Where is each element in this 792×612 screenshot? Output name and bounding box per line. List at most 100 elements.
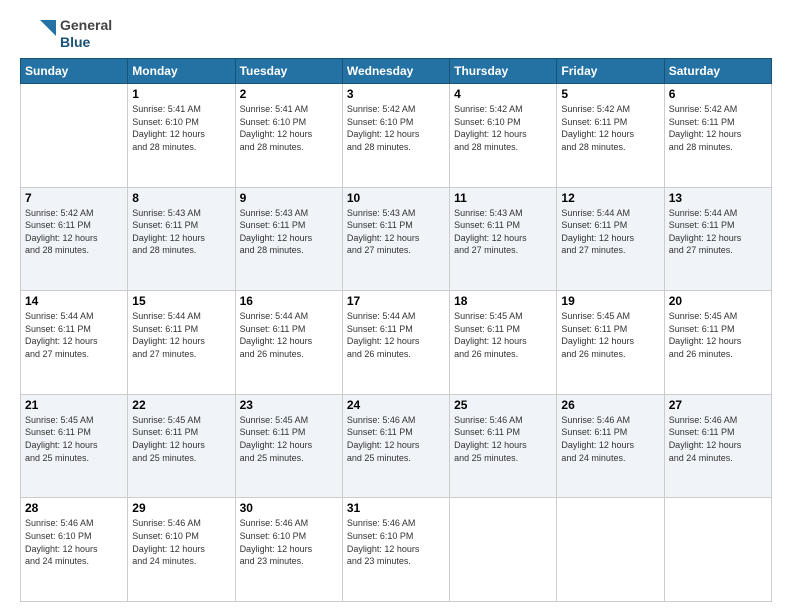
day-info: Sunrise: 5:43 AM Sunset: 6:11 PM Dayligh…	[132, 207, 230, 257]
calendar-cell: 3Sunrise: 5:42 AM Sunset: 6:10 PM Daylig…	[342, 84, 449, 188]
day-header-sunday: Sunday	[21, 59, 128, 84]
day-number: 18	[454, 294, 552, 308]
calendar-cell: 18 Sunrise: 5:45 AM Sunset: 6:11 PM Dayli…	[450, 291, 557, 395]
logo-icon	[20, 16, 56, 52]
calendar-table: SundayMondayTuesdayWednesdayThursdayFrid…	[20, 58, 772, 602]
day-number: 11	[454, 191, 552, 205]
day-info: Sunrise: 5:43 AM Sunset: 6:11 PM Dayligh…	[240, 207, 338, 257]
week-row-5: 28 Sunrise: 5:46 AM Sunset: 6:10 PM Dayli…	[21, 498, 772, 602]
day-number: 19	[561, 294, 659, 308]
calendar-cell: 2 Sunrise: 5:41 AM Sunset: 6:10 PM Daylig…	[235, 84, 342, 188]
logo-text: GeneralBlue	[60, 17, 112, 51]
day-header-saturday: Saturday	[664, 59, 771, 84]
day-number: 13	[669, 191, 767, 205]
calendar-cell	[557, 498, 664, 602]
day-info: Sunrise: 5:45 AM Sunset: 6:11 PM Dayligh…	[561, 310, 659, 360]
calendar-cell: 25 Sunrise: 5:46 AM Sunset: 6:11 PM Dayli…	[450, 394, 557, 498]
day-header-friday: Friday	[557, 59, 664, 84]
day-info: Sunrise: 5:44 AM Sunset: 6:11 PM Dayligh…	[132, 310, 230, 360]
day-info: Sunrise: 5:44 AM Sunset: 6:11 PM Dayligh…	[561, 207, 659, 257]
calendar-cell: 22 Sunrise: 5:45 AM Sunset: 6:11 PM Dayli…	[128, 394, 235, 498]
day-number: 2	[240, 87, 338, 101]
day-header-thursday: Thursday	[450, 59, 557, 84]
page: GeneralBlue SundayMondayTuesdayWednesday…	[0, 0, 792, 612]
week-row-1: 1 Sunrise: 5:41 AM Sunset: 6:10 PM Daylig…	[21, 84, 772, 188]
calendar-cell: 4 Sunrise: 5:42 AM Sunset: 6:10 PM Daylig…	[450, 84, 557, 188]
logo: GeneralBlue	[20, 16, 112, 52]
calendar-cell: 13 Sunrise: 5:44 AM Sunset: 6:11 PM Dayli…	[664, 187, 771, 291]
calendar-header-row: SundayMondayTuesdayWednesdayThursdayFrid…	[21, 59, 772, 84]
day-info: Sunrise: 5:45 AM Sunset: 6:11 PM Dayligh…	[669, 310, 767, 360]
logo-general: General	[60, 17, 112, 34]
day-info: Sunrise: 5:42 AM Sunset: 6:11 PM Dayligh…	[561, 103, 659, 153]
day-number: 31	[347, 501, 445, 515]
calendar-cell: 8 Sunrise: 5:43 AM Sunset: 6:11 PM Daylig…	[128, 187, 235, 291]
day-info: Sunrise: 5:42 AM Sunset: 6:11 PM Dayligh…	[25, 207, 123, 257]
day-info: Sunrise: 5:44 AM Sunset: 6:11 PM Dayligh…	[240, 310, 338, 360]
day-info: Sunrise: 5:44 AM Sunset: 6:11 PM Dayligh…	[347, 310, 445, 360]
day-number: 20	[669, 294, 767, 308]
day-number: 28	[25, 501, 123, 515]
day-number: 26	[561, 398, 659, 412]
day-info: Sunrise: 5:41 AM Sunset: 6:10 PM Dayligh…	[240, 103, 338, 153]
day-info: Sunrise: 5:43 AM Sunset: 6:11 PM Dayligh…	[454, 207, 552, 257]
day-info: Sunrise: 5:46 AM Sunset: 6:10 PM Dayligh…	[132, 517, 230, 567]
day-info: Sunrise: 5:46 AM Sunset: 6:11 PM Dayligh…	[561, 414, 659, 464]
day-number: 4	[454, 87, 552, 101]
calendar-cell: 10 Sunrise: 5:43 AM Sunset: 6:11 PM Dayli…	[342, 187, 449, 291]
calendar-cell	[450, 498, 557, 602]
calendar-cell: 14 Sunrise: 5:44 AM Sunset: 6:11 PM Dayli…	[21, 291, 128, 395]
day-info: Sunrise: 5:43 AM Sunset: 6:11 PM Dayligh…	[347, 207, 445, 257]
day-info: Sunrise: 5:44 AM Sunset: 6:11 PM Dayligh…	[669, 207, 767, 257]
calendar-cell: 20 Sunrise: 5:45 AM Sunset: 6:11 PM Dayli…	[664, 291, 771, 395]
day-number: 14	[25, 294, 123, 308]
day-info: Sunrise: 5:46 AM Sunset: 6:10 PM Dayligh…	[240, 517, 338, 567]
day-number: 1	[132, 87, 230, 101]
calendar-cell: 12Sunrise: 5:44 AM Sunset: 6:11 PM Dayli…	[557, 187, 664, 291]
calendar-cell: 26 Sunrise: 5:46 AM Sunset: 6:11 PM Dayli…	[557, 394, 664, 498]
calendar-cell: 21Sunrise: 5:45 AM Sunset: 6:11 PM Dayli…	[21, 394, 128, 498]
day-info: Sunrise: 5:46 AM Sunset: 6:11 PM Dayligh…	[454, 414, 552, 464]
day-number: 25	[454, 398, 552, 412]
calendar-cell: 11 Sunrise: 5:43 AM Sunset: 6:11 PM Dayli…	[450, 187, 557, 291]
day-info: Sunrise: 5:44 AM Sunset: 6:11 PM Dayligh…	[25, 310, 123, 360]
week-row-4: 21Sunrise: 5:45 AM Sunset: 6:11 PM Dayli…	[21, 394, 772, 498]
week-row-3: 14 Sunrise: 5:44 AM Sunset: 6:11 PM Dayli…	[21, 291, 772, 395]
calendar-cell: 24 Sunrise: 5:46 AM Sunset: 6:11 PM Dayli…	[342, 394, 449, 498]
header: GeneralBlue	[20, 16, 772, 52]
day-number: 9	[240, 191, 338, 205]
day-info: Sunrise: 5:45 AM Sunset: 6:11 PM Dayligh…	[132, 414, 230, 464]
calendar-cell: 15Sunrise: 5:44 AM Sunset: 6:11 PM Dayli…	[128, 291, 235, 395]
day-number: 5	[561, 87, 659, 101]
day-number: 16	[240, 294, 338, 308]
calendar-cell: 29 Sunrise: 5:46 AM Sunset: 6:10 PM Dayli…	[128, 498, 235, 602]
day-number: 7	[25, 191, 123, 205]
day-info: Sunrise: 5:46 AM Sunset: 6:10 PM Dayligh…	[347, 517, 445, 567]
day-info: Sunrise: 5:45 AM Sunset: 6:11 PM Dayligh…	[25, 414, 123, 464]
day-number: 27	[669, 398, 767, 412]
week-row-2: 7 Sunrise: 5:42 AM Sunset: 6:11 PM Daylig…	[21, 187, 772, 291]
calendar-cell	[21, 84, 128, 188]
logo-blue: Blue	[60, 34, 112, 51]
day-header-wednesday: Wednesday	[342, 59, 449, 84]
day-info: Sunrise: 5:45 AM Sunset: 6:11 PM Dayligh…	[240, 414, 338, 464]
day-info: Sunrise: 5:41 AM Sunset: 6:10 PM Dayligh…	[132, 103, 230, 153]
day-info: Sunrise: 5:46 AM Sunset: 6:10 PM Dayligh…	[25, 517, 123, 567]
day-header-monday: Monday	[128, 59, 235, 84]
calendar-cell: 16 Sunrise: 5:44 AM Sunset: 6:11 PM Dayli…	[235, 291, 342, 395]
calendar-cell: 6Sunrise: 5:42 AM Sunset: 6:11 PM Daylig…	[664, 84, 771, 188]
day-number: 8	[132, 191, 230, 205]
calendar-cell: 30 Sunrise: 5:46 AM Sunset: 6:10 PM Dayli…	[235, 498, 342, 602]
day-info: Sunrise: 5:42 AM Sunset: 6:10 PM Dayligh…	[454, 103, 552, 153]
calendar-cell: 23Sunrise: 5:45 AM Sunset: 6:11 PM Dayli…	[235, 394, 342, 498]
day-info: Sunrise: 5:45 AM Sunset: 6:11 PM Dayligh…	[454, 310, 552, 360]
calendar-cell: 28 Sunrise: 5:46 AM Sunset: 6:10 PM Dayli…	[21, 498, 128, 602]
day-info: Sunrise: 5:46 AM Sunset: 6:11 PM Dayligh…	[347, 414, 445, 464]
calendar-cell: 27Sunrise: 5:46 AM Sunset: 6:11 PM Dayli…	[664, 394, 771, 498]
day-number: 29	[132, 501, 230, 515]
day-number: 24	[347, 398, 445, 412]
day-number: 22	[132, 398, 230, 412]
day-header-tuesday: Tuesday	[235, 59, 342, 84]
day-number: 30	[240, 501, 338, 515]
day-number: 10	[347, 191, 445, 205]
